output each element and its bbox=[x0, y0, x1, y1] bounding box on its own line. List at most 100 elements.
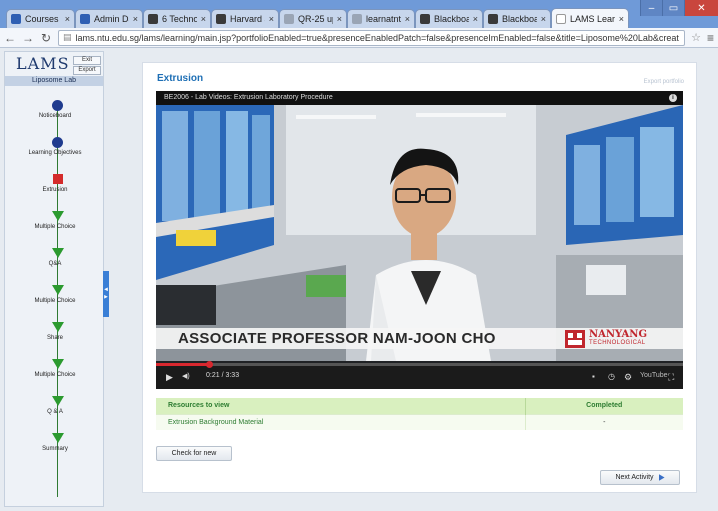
menu-icon[interactable]: ≡ bbox=[707, 31, 714, 45]
url-text: lams.ntu.edu.sg/lams/learning/main.jsp?p… bbox=[75, 32, 679, 43]
completed-circle-icon bbox=[52, 100, 63, 111]
export-portfolio-link[interactable]: Export portfolio bbox=[644, 79, 684, 85]
browser-tab[interactable]: Harvard and × bbox=[211, 9, 279, 28]
ntu-crest-icon bbox=[565, 330, 585, 348]
activity-label: Extrusion bbox=[42, 187, 68, 193]
activity-label: Summary bbox=[42, 446, 68, 452]
address-bar[interactable]: ▤ lams.ntu.edu.sg/lams/learning/main.jsp… bbox=[58, 29, 686, 46]
tab-close-icon[interactable]: × bbox=[201, 14, 206, 24]
reload-icon[interactable]: ↻ bbox=[40, 31, 52, 45]
info-icon[interactable]: i bbox=[669, 94, 677, 102]
restore-button[interactable]: ▭ bbox=[662, 0, 684, 16]
tab-close-icon[interactable]: × bbox=[133, 14, 138, 24]
progress-sidebar: LAMS Exit Export Liposome Lab Noticeboar… bbox=[4, 51, 104, 507]
tab-close-icon[interactable]: × bbox=[65, 14, 70, 24]
closed-captions-icon[interactable]: ▪ bbox=[592, 372, 595, 381]
favicon-icon bbox=[556, 13, 566, 24]
check-for-new-button[interactable]: Check for new bbox=[156, 446, 232, 461]
favicon-icon bbox=[488, 14, 498, 24]
activity-label: Noticeboard bbox=[38, 113, 72, 119]
browser-tab[interactable]: QR-25 upcoming × bbox=[279, 9, 347, 28]
pending-triangle-icon bbox=[52, 211, 64, 221]
video-player[interactable]: BE2006 - Lab Videos: Extrusion Laborator… bbox=[156, 91, 683, 389]
resources-header: Resources to view bbox=[156, 398, 526, 414]
tab-close-icon[interactable]: × bbox=[541, 14, 546, 24]
favicon-icon bbox=[284, 14, 294, 24]
tab-close-icon[interactable]: × bbox=[405, 14, 410, 24]
video-progress-handle[interactable] bbox=[205, 361, 213, 368]
pending-triangle-icon bbox=[52, 359, 64, 369]
tab-close-icon[interactable]: × bbox=[473, 14, 478, 24]
tab-label: Courses @ N bbox=[25, 14, 61, 24]
resources-header-row: Resources to view Completed bbox=[156, 398, 683, 414]
browser-toolbar: ← → ↻ ▤ lams.ntu.edu.sg/lams/learning/ma… bbox=[0, 28, 718, 48]
next-activity-button[interactable]: Next Activity bbox=[600, 470, 680, 485]
bookmark-star-icon[interactable]: ☆ bbox=[691, 31, 701, 44]
sidebar-collapse-toggle[interactable]: ◄ ► bbox=[103, 271, 109, 317]
tab-close-icon[interactable]: × bbox=[619, 14, 624, 24]
tab-label: learnatntu.ed bbox=[366, 14, 401, 24]
tab-label: 6 Technologi bbox=[162, 14, 197, 24]
resource-completed-status: - bbox=[525, 413, 683, 430]
export-button[interactable]: Export bbox=[73, 66, 101, 75]
ntu-subtitle: TECHNOLOGICAL bbox=[589, 340, 646, 346]
settings-icon[interactable]: ⚙ bbox=[624, 372, 632, 383]
video-title[interactable]: BE2006 - Lab Videos: Extrusion Laborator… bbox=[156, 91, 683, 105]
tab-label: QR-25 upcoming bbox=[298, 14, 333, 24]
activity-label: Q & A bbox=[47, 409, 63, 415]
page-icon: ▤ bbox=[63, 32, 72, 42]
video-timecode: 0:21 / 3:33 bbox=[206, 372, 240, 379]
browser-tab[interactable]: Blackboard Le × bbox=[415, 9, 483, 28]
favicon-icon bbox=[216, 14, 226, 24]
completed-header: Completed bbox=[525, 398, 683, 414]
next-activity-label: Next Activity bbox=[615, 474, 654, 481]
forward-icon[interactable]: → bbox=[22, 31, 34, 45]
favicon-icon bbox=[148, 14, 158, 24]
browser-tab[interactable]: Blackboard Le × bbox=[483, 9, 551, 28]
favicon-icon bbox=[11, 14, 21, 24]
youtube-logo[interactable]: YouTube bbox=[640, 372, 668, 379]
activity-label: Multiple Choice bbox=[34, 372, 76, 378]
watch-later-icon[interactable]: ◷ bbox=[608, 372, 615, 381]
tab-close-icon[interactable]: × bbox=[269, 14, 274, 24]
browser-tab[interactable]: Admin Dash × bbox=[75, 9, 143, 28]
ntu-name: NANYANG bbox=[589, 329, 647, 340]
fullscreen-icon[interactable]: ⛶ bbox=[668, 372, 674, 383]
pending-triangle-icon bbox=[52, 322, 64, 332]
browser-tab[interactable]: learnatntu.ed × bbox=[347, 9, 415, 28]
play-icon[interactable]: ▶ bbox=[166, 372, 173, 383]
browser-tab[interactable]: LAMS Learner × bbox=[551, 8, 629, 28]
activity-label: Q&A bbox=[48, 261, 62, 267]
pending-triangle-icon bbox=[52, 396, 64, 406]
favicon-icon bbox=[80, 14, 90, 24]
lams-logo: LAMS bbox=[16, 54, 70, 73]
activity-label: Learning Objectives bbox=[28, 150, 82, 156]
video-controls: ▶ ◀) 0:21 / 3:33 ▪ ◷ ⚙ YouTube ⛶ bbox=[156, 361, 683, 389]
pending-triangle-icon bbox=[52, 433, 64, 443]
tab-label: Harvard and bbox=[230, 14, 265, 24]
back-icon[interactable]: ← bbox=[4, 31, 16, 45]
activity-label: Multiple Choice bbox=[34, 298, 76, 304]
browser-tab[interactable]: Courses @ N × bbox=[6, 9, 75, 28]
minimize-button[interactable]: – bbox=[640, 0, 662, 16]
video-progress-fill bbox=[156, 363, 209, 366]
pending-triangle-icon bbox=[52, 248, 64, 258]
resources-table: Resources to view Completed Extrusion Ba… bbox=[156, 398, 683, 430]
resource-link[interactable]: Extrusion Background Material bbox=[156, 413, 526, 430]
close-window-button[interactable]: ✕ bbox=[684, 0, 718, 16]
video-frame bbox=[156, 105, 683, 361]
browser-tab[interactable]: 6 Technologi × bbox=[143, 9, 211, 28]
activity-panel: Extrusion Export portfolio BE2006 - Lab … bbox=[142, 62, 697, 493]
table-row: Extrusion Background Material - bbox=[156, 413, 683, 430]
tab-close-icon[interactable]: × bbox=[337, 14, 342, 24]
tab-label: LAMS Learner bbox=[570, 13, 615, 24]
video-progress-bar[interactable] bbox=[156, 361, 683, 368]
current-square-icon bbox=[53, 174, 63, 184]
volume-icon[interactable]: ◀) bbox=[182, 372, 190, 380]
exit-button[interactable]: Exit bbox=[73, 56, 101, 65]
lams-learner-page: LAMS Exit Export Liposome Lab Noticeboar… bbox=[0, 49, 718, 511]
lower-third-banner: ASSOCIATE PROFESSOR NAM-JOON CHO NANYANG… bbox=[156, 328, 683, 349]
window-controls: – ▭ ✕ bbox=[640, 0, 718, 16]
tab-label: Blackboard Le bbox=[434, 14, 469, 24]
activity-title: Extrusion bbox=[157, 73, 204, 84]
